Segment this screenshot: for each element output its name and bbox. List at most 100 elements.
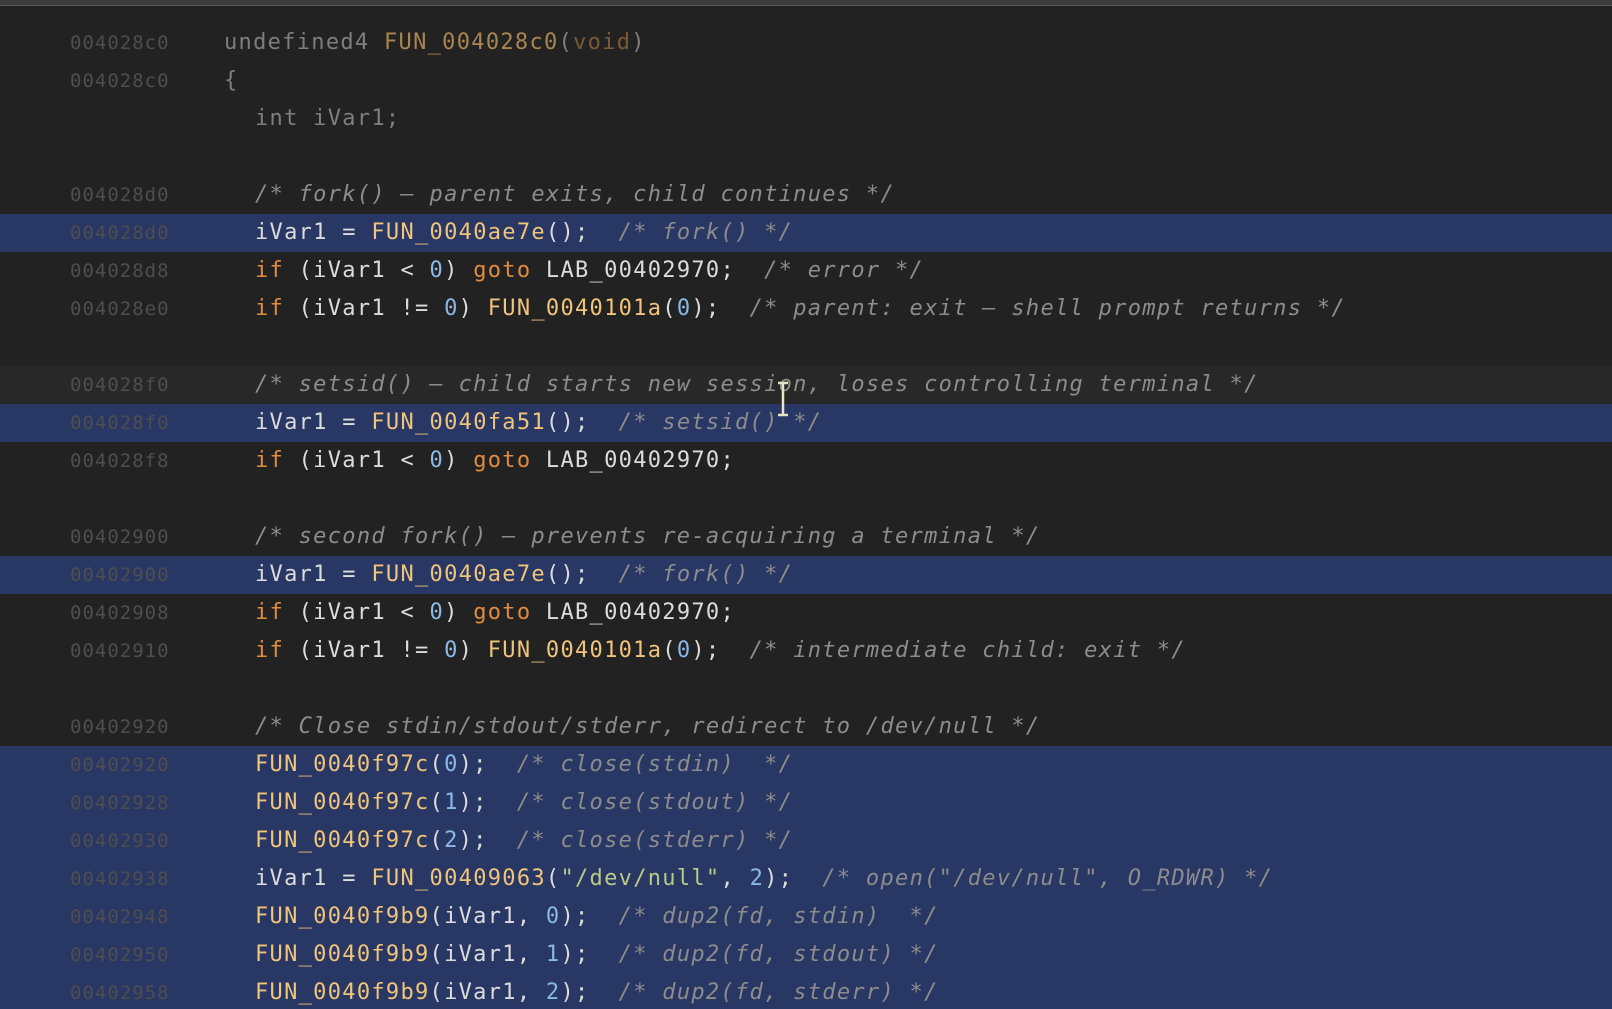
line-address[interactable]: 004028d0 (70, 214, 170, 252)
code-line[interactable]: 00402908 if (iVar1 < 0) goto LAB_00402970… (0, 594, 1612, 632)
code-text[interactable]: int iVar1; (255, 100, 400, 138)
code-token-str: "/dev/null" (560, 866, 721, 891)
code-text[interactable]: /* setsid() — child starts new session, … (255, 366, 1259, 404)
code-line[interactable]: 004028d0 /* fork() — parent exits, child … (0, 176, 1612, 214)
code-token-kw: goto (473, 448, 532, 473)
blank-line[interactable] (0, 480, 1612, 518)
code-text[interactable]: iVar1 = FUN_0040ae7e(); /* fork() */ (255, 214, 793, 252)
code-token-fn[interactable]: FUN_0040fa51 (371, 410, 546, 435)
code-text[interactable]: iVar1 = FUN_0040fa51(); /* setsid() */ (255, 404, 822, 442)
line-address[interactable]: 00402930 (70, 822, 170, 860)
code-token-plain: iVar1 = (255, 410, 372, 435)
code-line[interactable]: 004028e0 if (iVar1 != 0) FUN_0040101a(0);… (0, 290, 1612, 328)
code-text[interactable]: if (iVar1 != 0) FUN_0040101a(0); /* inte… (255, 632, 1186, 670)
code-line[interactable]: 004028f0 /* setsid() — child starts new s… (0, 366, 1612, 404)
code-text[interactable]: if (iVar1 < 0) goto LAB_00402970; /* err… (255, 252, 924, 290)
code-line[interactable]: 00402948 FUN_0040f9b9(iVar1, 0); /* dup2(… (0, 898, 1612, 936)
code-token-fn[interactable]: FUN_0040f97c (255, 828, 430, 853)
line-address[interactable]: 004028f0 (70, 404, 170, 442)
code-line[interactable]: 00402950 FUN_0040f9b9(iVar1, 1); /* dup2(… (0, 936, 1612, 974)
code-text[interactable]: if (iVar1 != 0) FUN_0040101a(0); /* pare… (255, 290, 1346, 328)
code-token-num: 1 (545, 942, 561, 967)
code-token-fndim[interactable]: FUN_004028c0 (384, 30, 559, 55)
code-line[interactable]: 00402900 /* second fork() — prevents re-a… (0, 518, 1612, 556)
blank-line[interactable] (0, 138, 1612, 176)
code-token-fn[interactable]: FUN_00409063 (371, 866, 546, 891)
code-text[interactable]: { (224, 62, 239, 100)
code-token-fn[interactable]: FUN_0040f9b9 (255, 942, 430, 967)
code-text[interactable]: FUN_0040f97c(1); /* close(stdout) */ (255, 784, 793, 822)
line-address[interactable]: 00402900 (70, 556, 170, 594)
code-line[interactable]: 00402910 if (iVar1 != 0) FUN_0040101a(0);… (0, 632, 1612, 670)
code-token-fn[interactable]: FUN_0040ae7e (371, 220, 546, 245)
code-token-cm: /* open("/dev/null", O_RDWR) */ (822, 866, 1274, 891)
code-token-fn[interactable]: FUN_0040f97c (255, 752, 430, 777)
code-token-fn[interactable]: FUN_0040101a (488, 638, 663, 663)
line-address[interactable]: 004028c0 (70, 62, 170, 100)
code-text[interactable]: iVar1 = FUN_00409063("/dev/null", 2); /*… (255, 860, 1273, 898)
line-address[interactable]: 00402928 (70, 784, 170, 822)
code-line[interactable]: 004028d0 iVar1 = FUN_0040ae7e(); /* fork(… (0, 214, 1612, 252)
code-line[interactable]: 00402900 iVar1 = FUN_0040ae7e(); /* fork(… (0, 556, 1612, 594)
line-address[interactable]: 004028c0 (70, 24, 170, 62)
code-line[interactable]: 00402920 /* Close stdin/stdout/stderr, re… (0, 708, 1612, 746)
code-token-cm: /* Close stdin/stdout/stderr, redirect t… (255, 714, 1041, 739)
code-line[interactable]: 004028f8 if (iVar1 < 0) goto LAB_00402970… (0, 442, 1612, 480)
code-line[interactable]: 004028f0 iVar1 = FUN_0040fa51(); /* setsi… (0, 404, 1612, 442)
code-token-fn[interactable]: FUN_0040f9b9 (255, 980, 430, 1005)
line-address[interactable]: 00402900 (70, 518, 170, 556)
line-address[interactable]: 00402958 (70, 974, 170, 1009)
code-token-num: 0 (429, 448, 445, 473)
code-token-fn[interactable]: FUN_0040f97c (255, 790, 430, 815)
line-address[interactable]: 004028d0 (70, 176, 170, 214)
code-text[interactable]: if (iVar1 < 0) goto LAB_00402970; (255, 442, 735, 480)
line-address[interactable]: 00402920 (70, 746, 170, 784)
code-text[interactable]: FUN_0040f9b9(iVar1, 1); /* dup2(fd, stdo… (255, 936, 939, 974)
code-token-kwdim: void (573, 30, 632, 55)
line-address[interactable]: 00402908 (70, 594, 170, 632)
decompiler-window: 004028c0 undefined4 FUN_004028c0(void) 004… (0, 0, 1612, 1009)
code-text[interactable]: /* second fork() — prevents re-acquiring… (255, 518, 1040, 556)
line-address[interactable]: 00402948 (70, 898, 170, 936)
code-line[interactable]: 00402930 FUN_0040f97c(2); /* close(stderr… (0, 822, 1612, 860)
code-text[interactable]: /* Close stdin/stdout/stderr, redirect t… (255, 708, 1040, 746)
line-address[interactable]: 004028f0 (70, 366, 170, 404)
decompiled-code-view[interactable]: 004028c0 undefined4 FUN_004028c0(void) 004… (0, 24, 1612, 1009)
code-text[interactable]: undefined4 FUN_004028c0(void) (224, 24, 646, 62)
code-token-plain: (iVar1, (429, 942, 546, 967)
line-address[interactable]: 004028d8 (70, 252, 170, 290)
code-token-plain: (); (545, 410, 619, 435)
code-line[interactable]: 004028c0 undefined4 FUN_004028c0(void) (0, 24, 1612, 62)
code-token-cm: /* intermediate child: exit */ (749, 638, 1186, 663)
code-line[interactable]: 004028c0 { (0, 62, 1612, 100)
code-text[interactable]: if (iVar1 < 0) goto LAB_00402970; (255, 594, 735, 632)
code-token-plain: ( (662, 638, 677, 663)
code-text[interactable]: FUN_0040f9b9(iVar1, 0); /* dup2(fd, stdi… (255, 898, 939, 936)
code-token-plain: LAB_00402970; (531, 448, 736, 473)
code-text[interactable]: iVar1 = FUN_0040ae7e(); /* fork() */ (255, 556, 793, 594)
code-text[interactable]: /* fork() — parent exits, child continue… (255, 176, 895, 214)
code-line[interactable]: int iVar1; (0, 100, 1612, 138)
line-address[interactable]: 00402910 (70, 632, 170, 670)
code-line[interactable]: 00402958 FUN_0040f9b9(iVar1, 2); /* dup2(… (0, 974, 1612, 1009)
code-text[interactable]: FUN_0040f9b9(iVar1, 2); /* dup2(fd, stde… (255, 974, 939, 1009)
line-address[interactable]: 004028e0 (70, 290, 170, 328)
code-text[interactable]: FUN_0040f97c(2); /* close(stderr) */ (255, 822, 793, 860)
code-token-fn[interactable]: FUN_0040ae7e (371, 562, 546, 587)
code-line[interactable]: 004028d8 if (iVar1 < 0) goto LAB_00402970… (0, 252, 1612, 290)
line-address[interactable]: 00402950 (70, 936, 170, 974)
code-token-kw: goto (473, 600, 532, 625)
code-token-fn[interactable]: FUN_0040f9b9 (255, 904, 430, 929)
blank-line[interactable] (0, 670, 1612, 708)
line-address[interactable]: 00402938 (70, 860, 170, 898)
code-line[interactable]: 00402920 FUN_0040f97c(0); /* close(stdin)… (0, 746, 1612, 784)
code-token-fn[interactable]: FUN_0040101a (488, 296, 663, 321)
code-token-cm: /* close(stderr) */ (516, 828, 794, 853)
line-address[interactable]: 004028f8 (70, 442, 170, 480)
code-text[interactable]: FUN_0040f97c(0); /* close(stdin) */ (255, 746, 793, 784)
code-line[interactable]: 00402928 FUN_0040f97c(1); /* close(stdout… (0, 784, 1612, 822)
code-line[interactable]: 00402938 iVar1 = FUN_00409063("/dev/null"… (0, 860, 1612, 898)
code-token-cm: /* setsid() */ (618, 410, 823, 435)
blank-line[interactable] (0, 328, 1612, 366)
line-address[interactable]: 00402920 (70, 708, 170, 746)
